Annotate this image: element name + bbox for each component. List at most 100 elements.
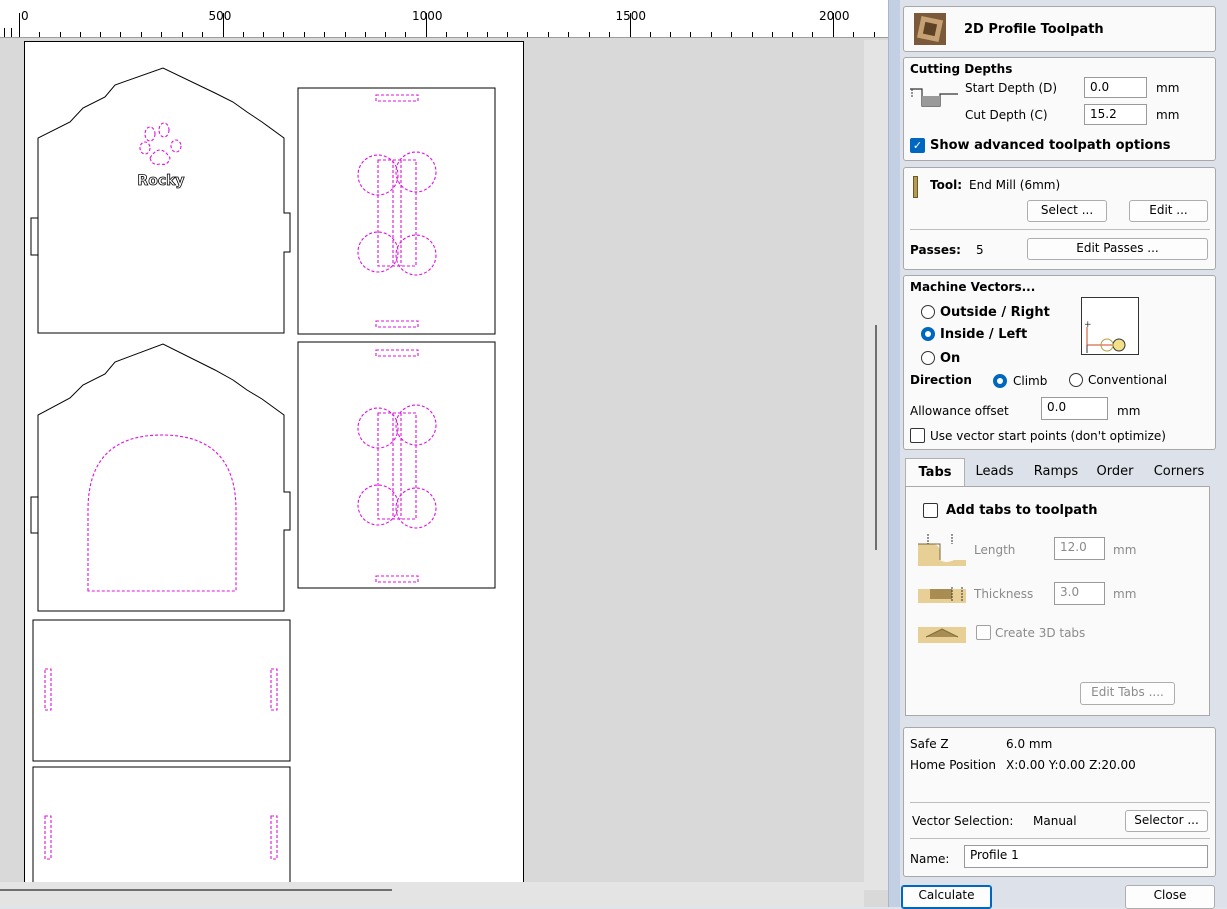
close-button[interactable]: Close	[1125, 885, 1215, 909]
panel-splitter[interactable]	[888, 0, 900, 907]
name-divider	[910, 838, 1210, 839]
tab-length-icon	[918, 534, 966, 566]
tool-section: Tool: End Mill (6mm) Select ... Edit ...…	[903, 167, 1216, 270]
start-depth-input[interactable]: 0.0	[1084, 77, 1147, 98]
vector-start-points-checkbox[interactable]	[910, 428, 925, 443]
name-label: Name:	[910, 852, 950, 866]
bone-panel-1-outline	[297, 87, 496, 335]
vector-selection-value: Manual	[1033, 814, 1077, 828]
advanced-options-label: Show advanced toolpath options	[930, 138, 1171, 153]
inside-left-label: Inside / Left	[940, 327, 1028, 342]
home-position-label: Home Position	[910, 758, 996, 772]
start-depth-unit: mm	[1156, 81, 1180, 95]
tool-value: End Mill (6mm)	[969, 178, 1061, 192]
vector-drawing: Rocky	[30, 67, 496, 882]
toolpath-panel: 2D Profile Toolpath Cutting Depths Start…	[900, 0, 1227, 909]
outside-right-radio[interactable]	[921, 305, 935, 319]
side-panel-2-outline	[32, 766, 291, 882]
tab-leads[interactable]: Leads	[967, 458, 1022, 486]
passes-label: Passes:	[910, 243, 961, 257]
paw-print-toolpath	[139, 122, 182, 165]
cut-side-preview-icon: +	[1081, 297, 1139, 355]
tool-divider	[910, 229, 1210, 230]
name-engraving-text: Rocky	[137, 173, 184, 189]
tool-label: Tool:	[930, 178, 962, 192]
3d-tab-icon	[918, 627, 966, 643]
allowance-offset-label: Allowance offset	[910, 404, 1009, 418]
svg-text:+: +	[1084, 320, 1092, 330]
vector-selection-label: Vector Selection:	[912, 814, 1014, 828]
add-tabs-checkbox[interactable]	[923, 503, 938, 518]
scroll-thumb[interactable]	[0, 889, 392, 891]
bone-toolpath-1	[357, 94, 437, 328]
bone-toolpath-2	[357, 349, 437, 583]
cut-depth-diagram-icon	[910, 88, 958, 107]
cutting-depths-section: Cutting Depths Start Depth (D) 0.0 mm Cu…	[903, 57, 1216, 161]
bone-panel-2-outline	[297, 341, 496, 589]
calculate-button[interactable]: Calculate	[901, 885, 992, 909]
home-position-value: X:0.00 Y:0.00 Z:20.00	[1006, 758, 1136, 772]
inside-left-radio[interactable]	[921, 327, 935, 341]
panel-header: 2D Profile Toolpath	[903, 6, 1216, 52]
advanced-options-checkbox[interactable]: ✓	[910, 138, 925, 153]
side-slot-toolpath	[44, 668, 52, 711]
tab-length-label: Length	[974, 543, 1016, 557]
outside-right-label: Outside / Right	[940, 305, 1050, 320]
side-panel-1-outline	[32, 619, 291, 762]
direction-label: Direction	[910, 373, 972, 387]
climb-label: Climb	[1013, 374, 1048, 388]
machine-vectors-heading: Machine Vectors...	[910, 280, 1036, 294]
tab-length-input[interactable]: 12.0	[1054, 537, 1105, 560]
side-slot-toolpath	[270, 668, 278, 711]
side-slot-toolpath	[44, 815, 52, 860]
allowance-offset-unit: mm	[1117, 404, 1141, 418]
add-tabs-label: Add tabs to toolpath	[946, 503, 1098, 518]
on-label: On	[940, 351, 961, 366]
edit-tool-button[interactable]: Edit ...	[1129, 200, 1208, 222]
climb-radio[interactable]	[993, 374, 1007, 388]
ruler-tick	[874, 32, 875, 37]
tabs-content: Add tabs to toolpath Length 12.0 mm Thic…	[905, 486, 1210, 716]
create-3d-tabs-label: Create 3D tabs	[995, 626, 1086, 640]
tab-order[interactable]: Order	[1088, 458, 1142, 486]
info-section: Safe Z 6.0 mm Home Position X:0.00 Y:0.0…	[903, 727, 1216, 877]
tab-thickness-input[interactable]: 3.0	[1054, 582, 1105, 605]
panel-title: 2D Profile Toolpath	[964, 22, 1104, 37]
cutting-depths-heading: Cutting Depths	[910, 62, 1013, 76]
edit-passes-button[interactable]: Edit Passes ...	[1027, 238, 1208, 260]
select-tool-button[interactable]: Select ...	[1027, 200, 1107, 222]
scroll-thumb[interactable]	[875, 325, 877, 550]
tab-thickness-label: Thickness	[974, 587, 1034, 601]
toolpath-name-input[interactable]: Profile 1	[964, 845, 1208, 868]
drawing-view[interactable]: 0 500 1000 1500 2000 Rocky	[0, 0, 888, 907]
tab-tabs[interactable]: Tabs	[905, 458, 965, 486]
vector-start-points-label: Use vector start points (don't optimize)	[930, 429, 1166, 443]
view-vertical-scrollbar[interactable]	[864, 40, 888, 890]
tab-corners[interactable]: Corners	[1146, 458, 1212, 486]
conventional-radio[interactable]	[1069, 373, 1083, 387]
passes-value: 5	[976, 243, 984, 257]
view-horizontal-scrollbar[interactable]	[0, 882, 864, 907]
start-depth-label: Start Depth (D)	[965, 81, 1058, 95]
side-slot-toolpath	[270, 815, 278, 860]
create-3d-tabs-checkbox[interactable]	[976, 625, 991, 640]
selector-button[interactable]: Selector ...	[1125, 810, 1208, 832]
safe-z-label: Safe Z	[910, 737, 949, 751]
allowance-offset-input[interactable]: 0.0	[1041, 397, 1108, 420]
safe-z-value: 6.0 mm	[1006, 737, 1053, 751]
cut-depth-unit: mm	[1156, 108, 1180, 122]
cut-depth-input[interactable]: 15.2	[1084, 104, 1147, 125]
house-back-panel-outline	[30, 343, 291, 612]
profile-toolpath-icon	[914, 13, 946, 45]
edit-tabs-button[interactable]: Edit Tabs ....	[1080, 682, 1175, 705]
tab-length-unit: mm	[1113, 543, 1137, 557]
machine-vectors-section: Machine Vectors... Outside / Right Insid…	[903, 275, 1216, 450]
cut-depth-label: Cut Depth (C)	[965, 108, 1048, 122]
conventional-label: Conventional	[1088, 373, 1168, 387]
house-front-panel-outline	[30, 67, 291, 334]
door-opening-toolpath	[87, 434, 237, 592]
on-radio[interactable]	[921, 351, 935, 365]
end-mill-icon	[913, 176, 918, 198]
tab-ramps[interactable]: Ramps	[1026, 458, 1086, 486]
info-divider	[910, 802, 1210, 803]
